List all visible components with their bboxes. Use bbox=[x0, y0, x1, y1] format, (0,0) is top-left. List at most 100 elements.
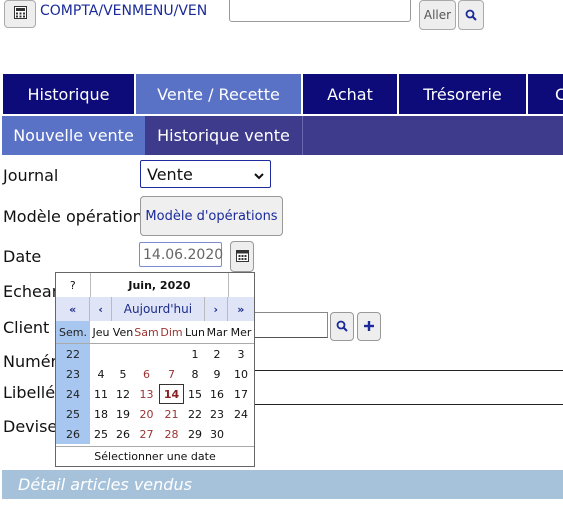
calendar-day[interactable]: 19 bbox=[112, 404, 134, 424]
calendar-week-row: 22 1 2 3 bbox=[56, 344, 254, 364]
subtab-nouvelle-vente[interactable]: Nouvelle vente bbox=[2, 116, 145, 155]
calendar-day[interactable]: 29 bbox=[184, 424, 206, 444]
calendar-day[interactable]: 17 bbox=[228, 384, 254, 404]
calendar-day[interactable]: 10 bbox=[228, 364, 254, 384]
calendar-day bbox=[134, 344, 159, 364]
weekday-label: Lun bbox=[185, 325, 205, 339]
week-number: 23 bbox=[56, 364, 90, 384]
tab-vente-recette[interactable]: Vente / Recette bbox=[136, 74, 301, 114]
calendar-day bbox=[90, 344, 112, 364]
weekday-label: Dim bbox=[160, 325, 183, 339]
search-icon bbox=[336, 317, 348, 336]
calendar-day[interactable]: 6 bbox=[134, 364, 159, 384]
calendar-day[interactable]: 24 bbox=[228, 404, 254, 424]
close-button[interactable] bbox=[228, 273, 254, 297]
calendar-day[interactable]: 20 bbox=[134, 404, 159, 424]
week-number: 24 bbox=[56, 384, 90, 404]
calendar-day[interactable]: 3 bbox=[228, 344, 254, 364]
journal-value: Vente bbox=[147, 164, 193, 184]
calendar-day[interactable]: 12 bbox=[112, 384, 134, 404]
calendar-day[interactable]: 21 bbox=[159, 404, 184, 424]
calendar-day[interactable]: 14 bbox=[159, 384, 184, 404]
prev-month-button[interactable]: ‹ bbox=[90, 297, 112, 321]
subtab-historique-vente[interactable]: Historique vente bbox=[145, 116, 303, 155]
calendar-day[interactable]: 11 bbox=[90, 384, 112, 404]
numero-label: Numér bbox=[3, 352, 58, 371]
today-button[interactable]: Aujourd'hui bbox=[112, 297, 205, 321]
weekday-label: Jeu bbox=[92, 325, 110, 339]
calendar-icon bbox=[235, 249, 249, 265]
calendar-week-row: 23 4 5 6 7 8 9 10 bbox=[56, 364, 254, 384]
calendar-day[interactable]: 13 bbox=[134, 384, 159, 404]
next-month-button[interactable]: › bbox=[205, 297, 228, 321]
calendar-week-row: 25 18 19 20 21 22 23 24 bbox=[56, 404, 254, 424]
libelle-input[interactable] bbox=[253, 404, 563, 405]
calendar-day[interactable]: 25 bbox=[90, 424, 112, 444]
calendar-day[interactable]: 9 bbox=[206, 364, 228, 384]
tab-tresorerie[interactable]: Trésorerie bbox=[399, 74, 526, 114]
details-section-header: Détail articles vendus bbox=[2, 470, 563, 499]
calendar-day[interactable]: 1 bbox=[184, 344, 206, 364]
calculator-icon bbox=[13, 5, 27, 23]
weekday-label: Ven bbox=[112, 325, 134, 339]
calendar-footer: Sélectionner une date bbox=[56, 446, 254, 466]
calendar-week-row: 24 11 12 13 14 15 16 17 bbox=[56, 384, 254, 404]
calendar-day[interactable]: 7 bbox=[159, 364, 184, 384]
go-button[interactable]: Aller bbox=[419, 0, 456, 30]
calendar-day[interactable]: 15 bbox=[184, 384, 206, 404]
calendar-day[interactable]: 27 bbox=[134, 424, 159, 444]
calendar-day[interactable]: 8 bbox=[184, 364, 206, 384]
help-button[interactable]: ? bbox=[56, 273, 91, 297]
journal-label: Journal bbox=[3, 166, 59, 185]
tab-more[interactable]: C bbox=[528, 74, 563, 114]
calendar-day[interactable]: 18 bbox=[90, 404, 112, 424]
weekday-header: Sem. Jeu Ven Sam Dim Lun Mar Mer bbox=[56, 321, 254, 344]
week-number: 22 bbox=[56, 344, 90, 364]
tab-historique[interactable]: Historique bbox=[3, 74, 134, 114]
calendar-day[interactable]: 2 bbox=[206, 344, 228, 364]
journal-select[interactable]: Vente bbox=[140, 160, 271, 188]
client-search-button[interactable] bbox=[330, 312, 354, 341]
date-input[interactable]: 14.06.2020 bbox=[139, 242, 223, 267]
calendar-button[interactable] bbox=[230, 241, 254, 272]
modele-label: Modèle opération bbox=[3, 207, 143, 226]
numero-input[interactable] bbox=[253, 370, 563, 371]
echeance-label: Echean bbox=[3, 282, 62, 301]
libelle-label: Libellé bbox=[3, 383, 56, 402]
search-icon bbox=[465, 6, 477, 25]
calendar-day[interactable]: 16 bbox=[206, 384, 228, 404]
date-label: Date bbox=[3, 247, 42, 266]
calendar-day bbox=[159, 344, 184, 364]
menu-path: COMPTA/VENMENU/VEN bbox=[40, 3, 208, 19]
week-header: Sem. bbox=[56, 321, 90, 343]
calculator-button[interactable] bbox=[4, 0, 36, 28]
calendar-day[interactable]: 26 bbox=[112, 424, 134, 444]
calendar-day[interactable]: 4 bbox=[90, 364, 112, 384]
prev-year-button[interactable]: « bbox=[56, 297, 91, 321]
modele-operations-button[interactable]: Modèle d'opérations bbox=[140, 196, 283, 236]
client-label: Client bbox=[3, 318, 50, 337]
date-picker-popup: ? Juin, 2020 « ‹ Aujourd'hui › » Sem. Je… bbox=[55, 272, 255, 467]
next-year-button[interactable]: » bbox=[228, 297, 254, 321]
calendar-day[interactable]: 30 bbox=[206, 424, 228, 444]
client-add-button[interactable] bbox=[357, 312, 381, 341]
client-input[interactable] bbox=[250, 312, 328, 338]
week-number: 26 bbox=[56, 424, 90, 444]
path-input[interactable] bbox=[229, 0, 411, 22]
calendar-title: Juin, 2020 bbox=[128, 278, 191, 292]
week-number: 25 bbox=[56, 404, 90, 424]
weekday-label: Mar bbox=[206, 325, 228, 339]
calendar-day bbox=[228, 424, 254, 444]
calendar-week-row: 26 25 26 27 28 29 30 bbox=[56, 424, 254, 444]
top-search-button[interactable] bbox=[458, 0, 484, 30]
calendar-day[interactable]: 23 bbox=[206, 404, 228, 424]
calendar-day bbox=[112, 344, 134, 364]
weekday-label: Mer bbox=[230, 325, 252, 339]
plus-icon bbox=[363, 317, 375, 336]
calendar-day[interactable]: 28 bbox=[159, 424, 184, 444]
calendar-day[interactable]: 22 bbox=[184, 404, 206, 424]
calendar-day[interactable]: 5 bbox=[112, 364, 134, 384]
tab-achat[interactable]: Achat bbox=[303, 74, 397, 114]
devise-label: Devise bbox=[3, 417, 58, 436]
weekday-label: Sam bbox=[134, 325, 159, 339]
